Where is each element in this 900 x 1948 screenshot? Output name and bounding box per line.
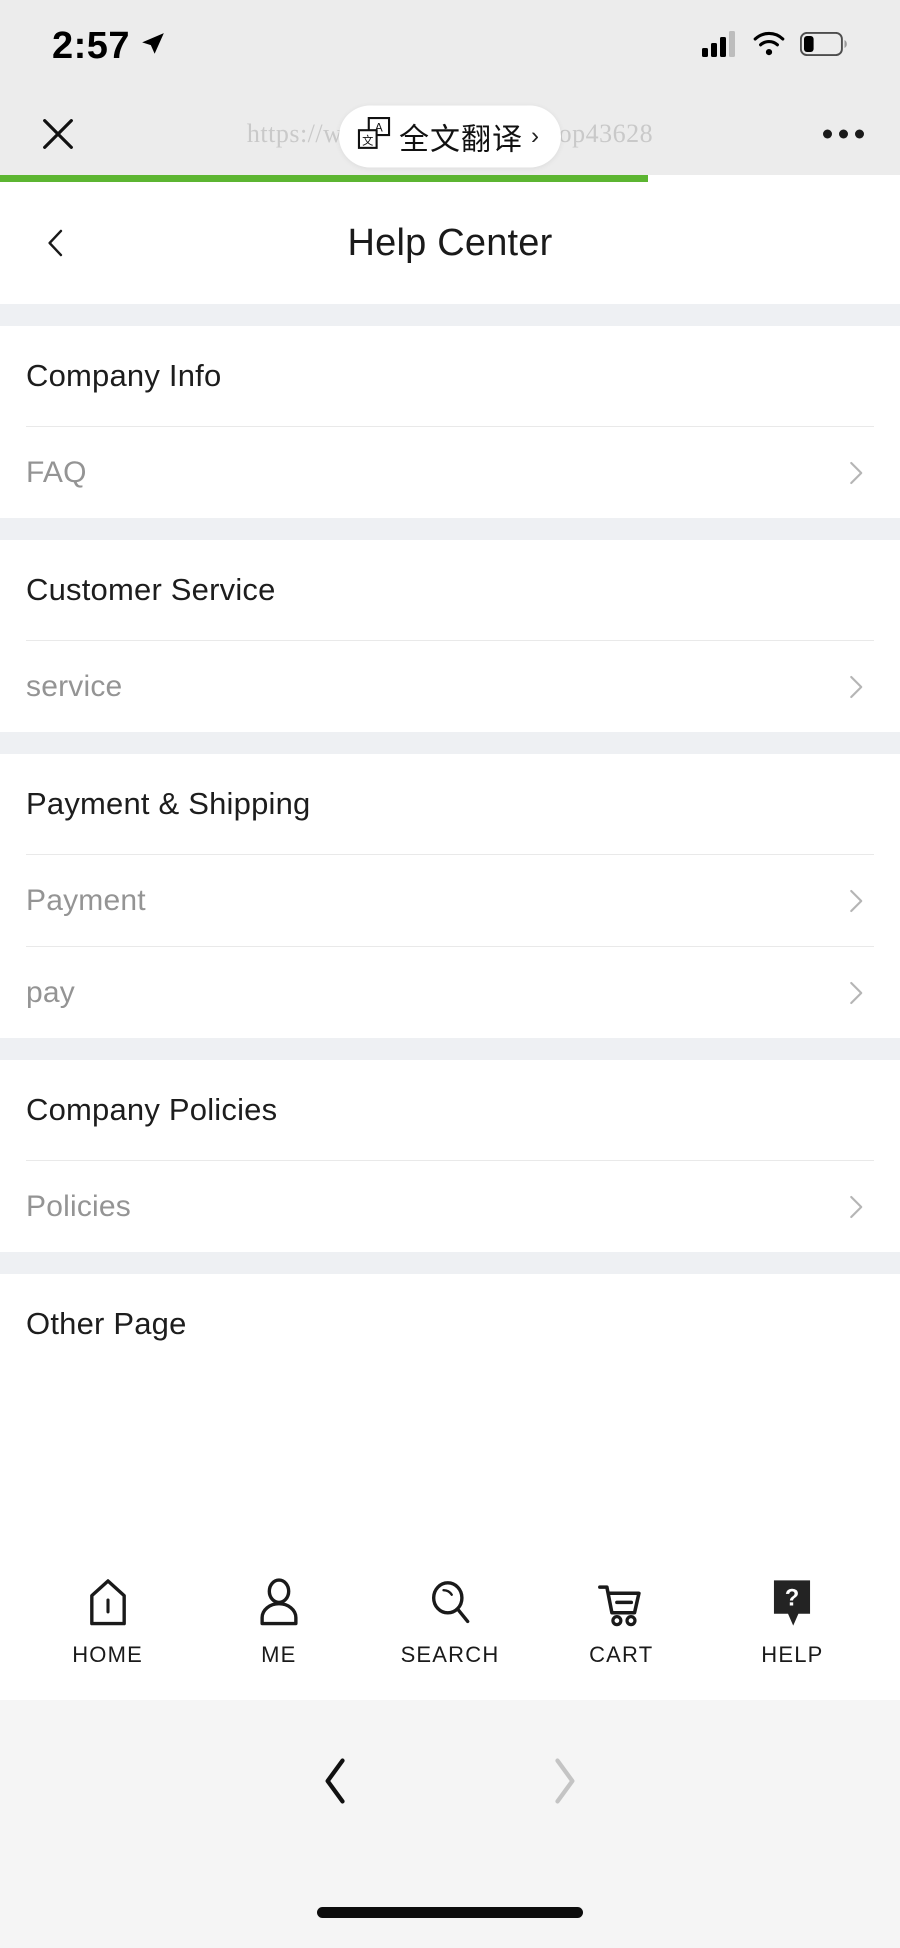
section-gap	[0, 304, 900, 326]
browser-forward-button[interactable]	[529, 1746, 599, 1816]
tab-cart[interactable]: CART	[536, 1572, 707, 1668]
svg-text:?: ?	[785, 1585, 799, 1611]
tab-search[interactable]: SEARCH	[364, 1572, 535, 1668]
tab-label: ME	[261, 1642, 297, 1667]
list-item-label: FAQ	[26, 455, 87, 489]
chevron-right-icon	[840, 672, 874, 702]
page-load-progress-fill	[0, 175, 648, 182]
tab-label: HOME	[72, 1642, 143, 1667]
list-item-label: service	[26, 669, 123, 703]
translate-icon: A 文	[357, 116, 391, 155]
tab-help[interactable]: ? HELP	[707, 1572, 878, 1668]
more-options-icon[interactable]	[823, 129, 864, 138]
chevron-right-icon	[840, 978, 874, 1008]
home-indicator[interactable]	[317, 1907, 583, 1918]
section-heading: Company Info	[26, 358, 222, 393]
bottom-tab-bar: HOME ME SEARCH CART ? HELP	[0, 1572, 900, 1700]
tab-home[interactable]: HOME	[22, 1572, 193, 1668]
chevron-right-icon	[840, 458, 874, 488]
tab-label: CART	[589, 1642, 654, 1667]
page-title: Help Center	[347, 221, 553, 264]
chevron-right-icon: ›	[531, 121, 539, 149]
home-icon	[85, 1576, 131, 1630]
section-gap	[0, 518, 900, 540]
status-bar: 2:57	[0, 0, 900, 92]
wifi-icon	[752, 31, 786, 62]
section-payment-shipping: Payment & Shipping Payment pay	[0, 754, 900, 1038]
location-arrow-icon	[140, 31, 166, 62]
chevron-left-icon[interactable]	[28, 215, 84, 271]
list-item[interactable]: Payment	[0, 855, 900, 946]
chevron-right-icon	[840, 1192, 874, 1222]
status-bar-time: 2:57	[52, 25, 131, 67]
browser-header: https://www.htzkam.com/ishop43628 A 文 全文…	[0, 92, 900, 175]
list-item-label: Payment	[26, 883, 146, 917]
shopping-cart-icon	[597, 1576, 645, 1630]
list-item[interactable]: Policies	[0, 1161, 900, 1252]
browser-back-button[interactable]	[301, 1746, 371, 1816]
more-dot	[823, 129, 832, 138]
tab-label: HELP	[761, 1642, 824, 1667]
browser-bottom-bar	[0, 1700, 900, 1948]
phone-screen: 2:57 A 文 全文翻译 › Help Center Company Info…	[0, 0, 900, 1948]
translate-label: 全文翻译	[399, 121, 523, 157]
page-navbar: Help Center	[0, 182, 900, 304]
more-dot	[839, 129, 848, 138]
section-other-page: Other Page	[0, 1274, 900, 1374]
section-heading: Customer Service	[26, 572, 276, 607]
tab-label: SEARCH	[400, 1642, 500, 1667]
more-dot	[855, 129, 864, 138]
status-bar-right	[702, 30, 848, 62]
list-item-label: Policies	[26, 1189, 131, 1223]
section-gap	[0, 1252, 900, 1274]
list-item-label: pay	[26, 975, 75, 1009]
cellular-signal-icon	[702, 30, 738, 62]
status-bar-left: 2:57	[52, 27, 166, 65]
section-company-policies: Company Policies Policies	[0, 1060, 900, 1252]
section-gap	[0, 732, 900, 754]
section-heading: Payment & Shipping	[26, 786, 311, 821]
tab-me[interactable]: ME	[193, 1572, 364, 1668]
search-icon	[427, 1576, 473, 1630]
chevron-right-icon	[840, 886, 874, 916]
list-item[interactable]: service	[0, 641, 900, 732]
section-customer-service: Customer Service service	[0, 540, 900, 732]
section-gap	[0, 1038, 900, 1060]
section-heading: Company Policies	[26, 1092, 278, 1127]
page-load-progress	[0, 175, 900, 182]
battery-icon	[799, 31, 848, 61]
section-company-info: Company Info FAQ	[0, 326, 900, 518]
person-icon	[257, 1576, 301, 1630]
section-heading: Other Page	[26, 1306, 187, 1341]
list-item[interactable]: pay	[0, 947, 900, 1038]
browser-nav-controls	[0, 1700, 900, 1816]
svg-text:文: 文	[362, 133, 373, 147]
list-item[interactable]: FAQ	[0, 427, 900, 518]
help-bubble-icon: ?	[769, 1576, 815, 1630]
translate-page-button[interactable]: A 文 全文翻译 ›	[339, 104, 561, 167]
